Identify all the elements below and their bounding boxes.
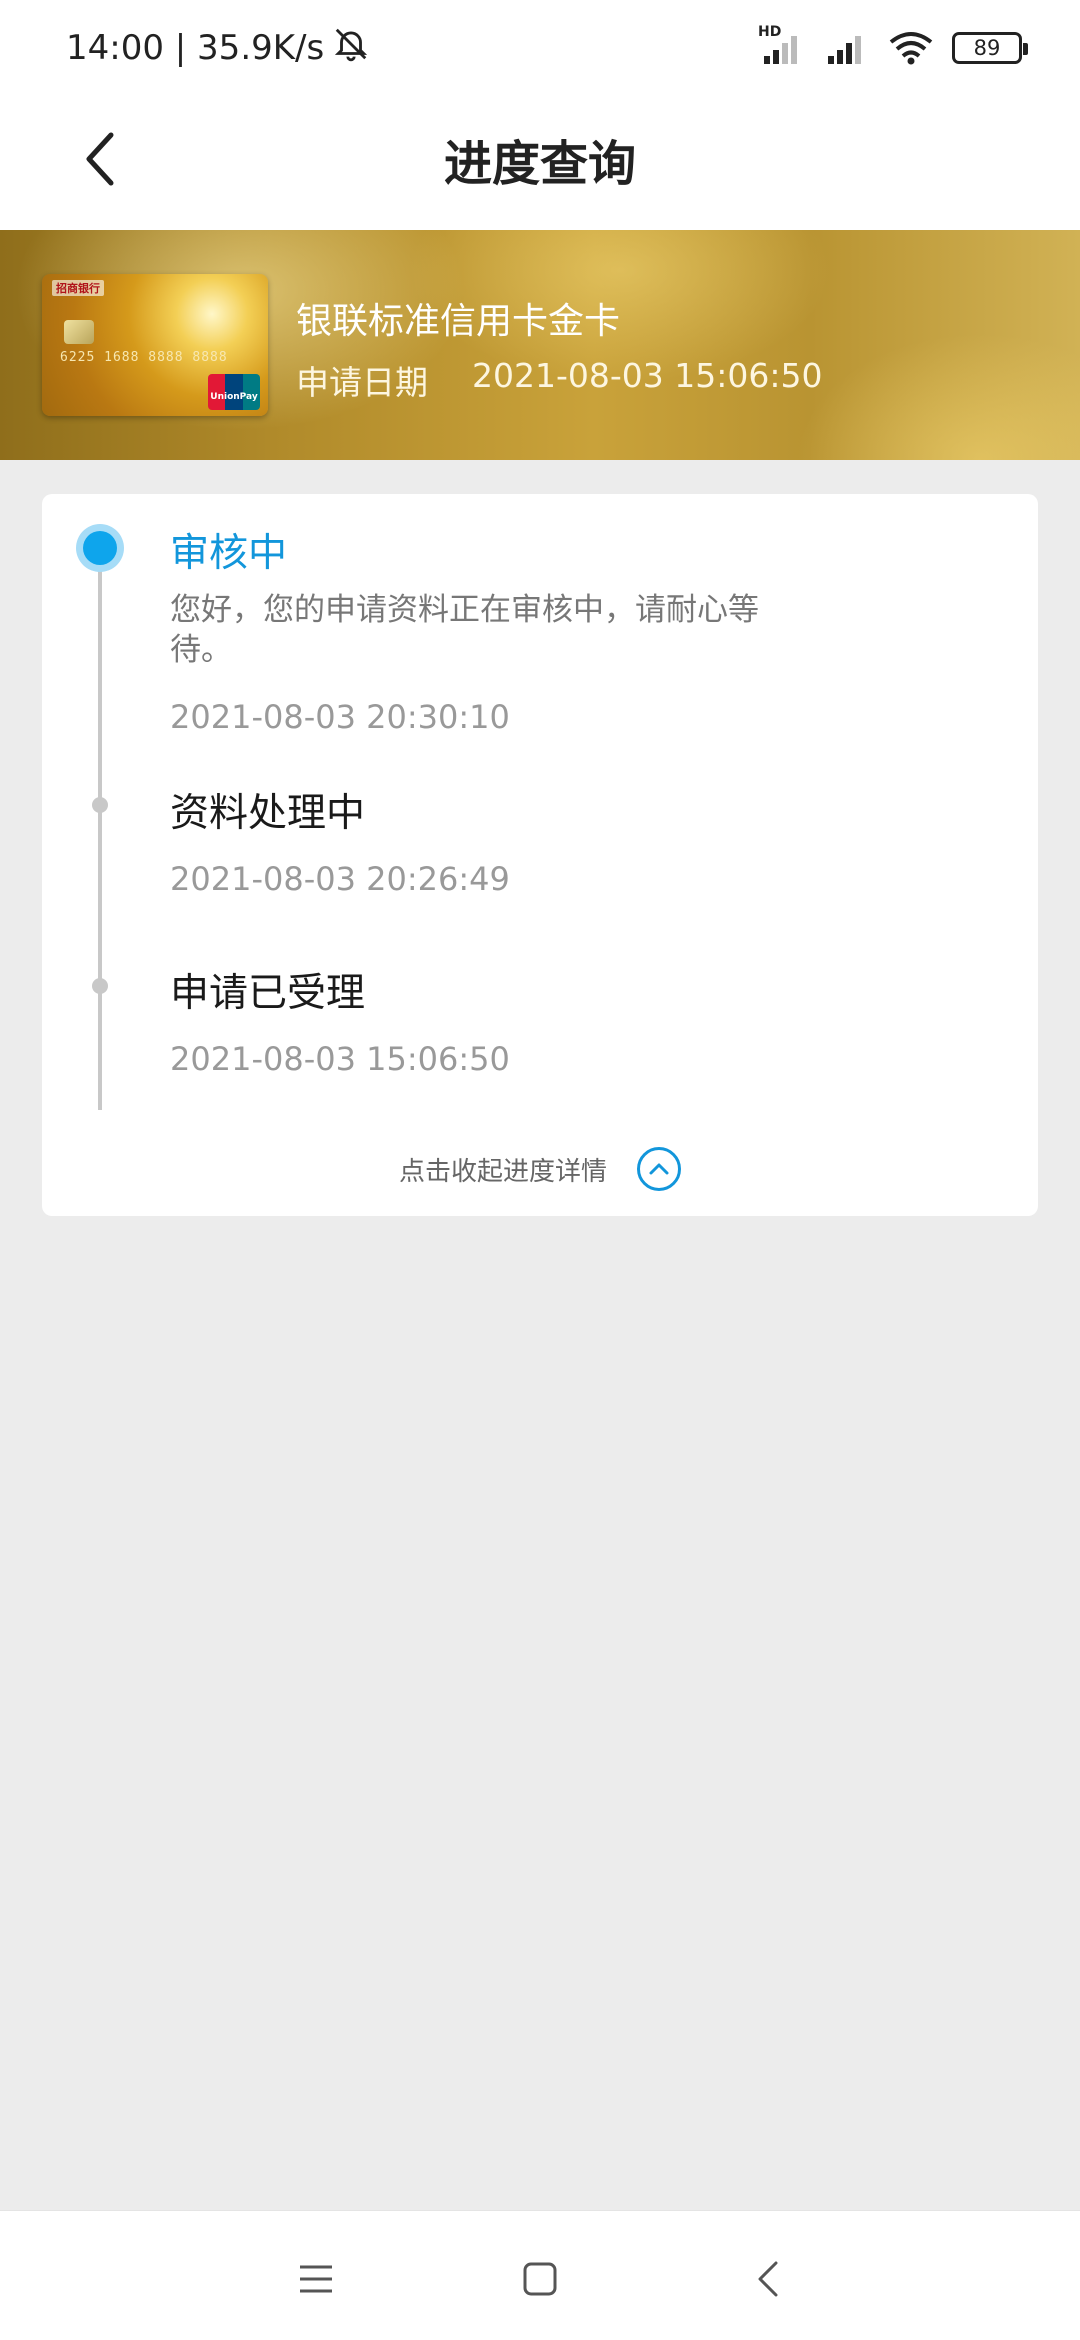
apply-date-value: 2021-08-03 15:06:50 [472, 356, 823, 395]
step-title-processing: 资料处理中 [170, 791, 366, 836]
nav-home-button[interactable] [510, 2249, 570, 2309]
card-chip [64, 320, 94, 344]
card-banner: 招商银行 6225 1688 8888 8888 UnionPay 银联标准信用… [0, 230, 1080, 460]
page-title: 进度查询 [443, 136, 636, 192]
battery-level: 89 [973, 36, 1001, 60]
home-square-icon [523, 2262, 557, 2296]
timeline-line [98, 550, 102, 1110]
chevron-up-icon [637, 1147, 681, 1191]
step-time-accepted: 2021-08-03 15:06:50 [170, 1040, 510, 1078]
menu-icon [300, 2265, 332, 2293]
step-time-processing: 2021-08-03 20:26:49 [170, 860, 510, 898]
credit-card-image: 招商银行 6225 1688 8888 8888 UnionPay [42, 274, 268, 416]
step-description: 您好，您的申请资料正在审核中，请耐心等待。 [170, 592, 759, 668]
status-right: HD 89 [758, 24, 1028, 68]
progress-card: 审核中 您好，您的申请资料正在审核中，请耐心等待。 2021-08-03 20:… [42, 494, 1038, 1216]
timeline-dot [92, 978, 108, 994]
step-time-reviewing: 2021-08-03 20:30:10 [170, 698, 510, 736]
card-number: 6225 1688 8888 8888 [60, 350, 228, 365]
status-left: 14:00 | 35.9K/s [66, 26, 370, 70]
battery-icon: 89 [952, 32, 1028, 64]
nav-menu-button[interactable] [286, 2249, 346, 2309]
apply-date: 申请日期 2021-08-03 15:06:50 [296, 356, 822, 404]
card-name: 银联标准信用卡金卡 [296, 301, 621, 342]
collapse-details-button[interactable]: 点击收起进度详情 [42, 1122, 1038, 1216]
mute-bell-icon [332, 25, 370, 72]
step-title-accepted: 申请已受理 [170, 971, 366, 1016]
wifi-icon [889, 32, 933, 65]
collapse-label: 点击收起进度详情 [398, 1156, 607, 1187]
hd-signal-icon: HD [758, 24, 806, 66]
nav-back-button[interactable] [738, 2249, 798, 2309]
timeline-dot [92, 797, 108, 813]
timeline-dot-active [76, 524, 124, 572]
card-bank-label: 招商银行 [52, 280, 104, 296]
signal-icon [824, 30, 870, 66]
hd-label: HD [758, 24, 782, 40]
unionpay-label: UnionPay [210, 392, 258, 402]
status-time-speed: 14:00 | 35.9K/s [66, 28, 325, 68]
status-bar: 14:00 | 35.9K/s HD 89 [0, 0, 1080, 96]
system-nav-bar [0, 2210, 1080, 2340]
apply-date-label: 申请日期 [296, 363, 428, 402]
step-title-reviewing: 审核中 [170, 531, 288, 576]
header: 进度查询 [0, 96, 1080, 230]
back-triangle-icon [758, 2261, 778, 2297]
